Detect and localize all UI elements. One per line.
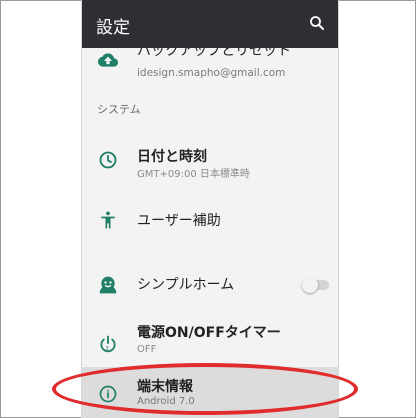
settings-item-subtitle: idesign.smapho@gmail.com	[137, 67, 286, 79]
settings-item-subtitle: GMT+09:00 日本標準時	[137, 169, 250, 180]
settings-screen: バックアップとリセット idesign.smapho@gmail.com 設定 …	[81, 0, 339, 418]
app-bar: 設定	[82, 0, 338, 48]
settings-item-datetime[interactable]: 日付と時刻 GMT+09:00 日本標準時	[82, 133, 338, 193]
settings-item-subtitle: OFF	[137, 344, 157, 355]
settings-item-simple-home[interactable]: シンプルホーム	[82, 258, 338, 310]
svg-text:3: 3	[106, 346, 109, 352]
settings-item-title: 電源ON/OFFタイマー	[137, 325, 281, 341]
simple-home-toggle[interactable]	[302, 277, 329, 293]
highlight-annotation-oval	[52, 363, 358, 415]
settings-item-title: ユーザー補助	[137, 213, 221, 229]
settings-item-title: シンプルホーム	[137, 277, 235, 293]
accessibility-icon	[101, 211, 115, 229]
power-timer-icon: 3	[100, 335, 116, 353]
search-icon[interactable]	[308, 14, 326, 32]
clock-icon	[99, 151, 117, 169]
face-icon	[99, 276, 117, 294]
settings-item-title: 日付と時刻	[137, 149, 207, 165]
section-header-system: システム	[97, 103, 141, 116]
settings-item-accessibility[interactable]: ユーザー補助	[82, 193, 338, 247]
page-title: 設定	[96, 18, 130, 38]
settings-item-power-timer[interactable]: 3 電源ON/OFFタイマー OFF	[82, 312, 338, 367]
cloud-upload-icon	[98, 53, 118, 67]
toggle-knob	[302, 277, 318, 293]
